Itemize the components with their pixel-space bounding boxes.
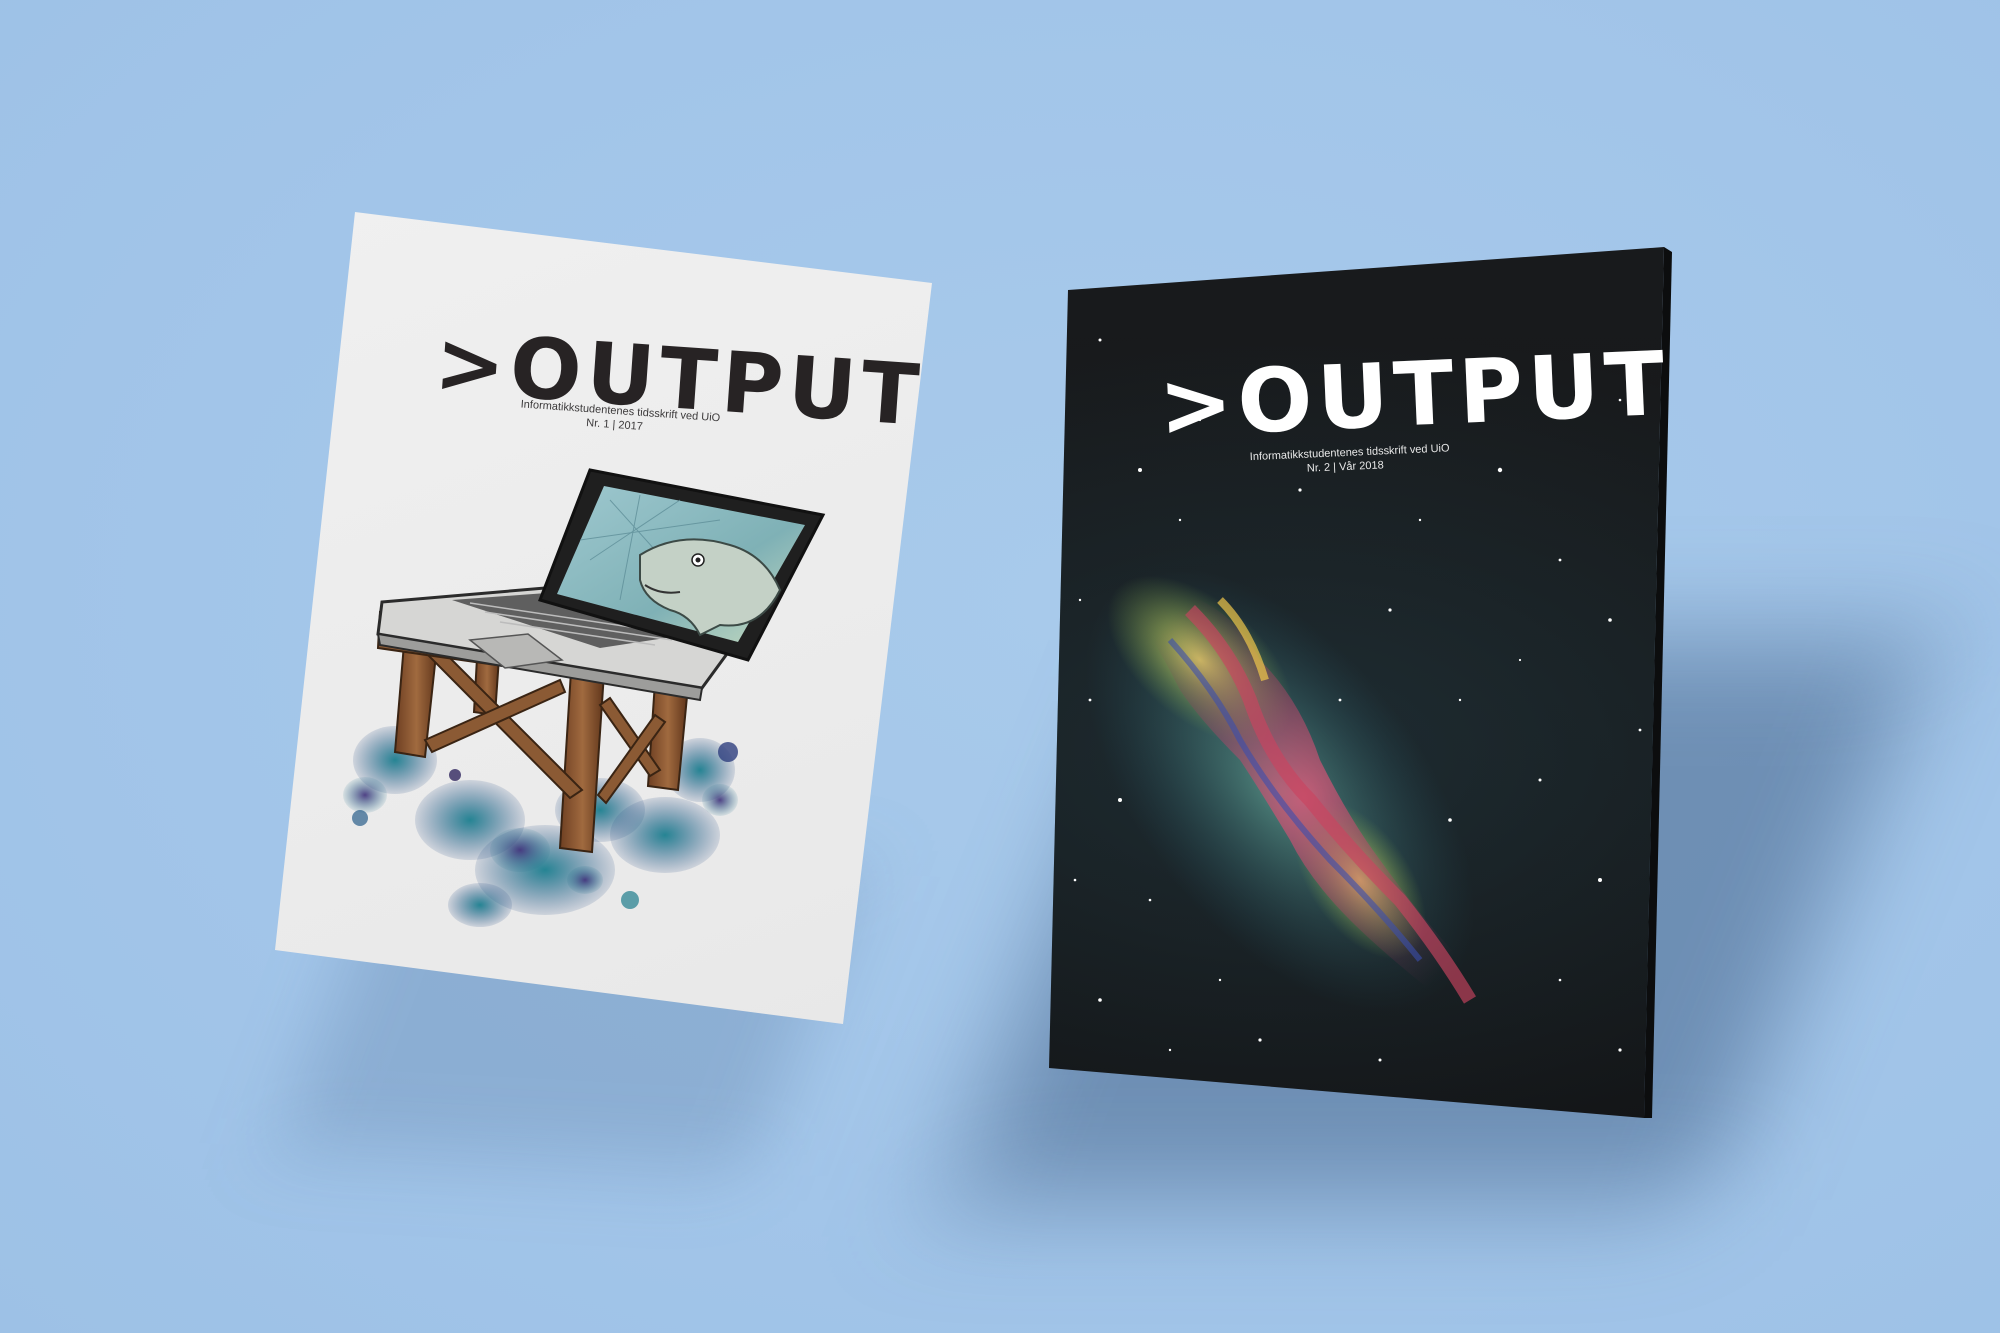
galaxy-illustration xyxy=(1073,338,1642,1062)
scene-background: >OUTPUT Informatikkstudentenes tidsskrif… xyxy=(0,0,2000,1333)
magazine-logo: >OUTPUT xyxy=(1156,331,1672,457)
nebula xyxy=(1085,555,1503,1040)
